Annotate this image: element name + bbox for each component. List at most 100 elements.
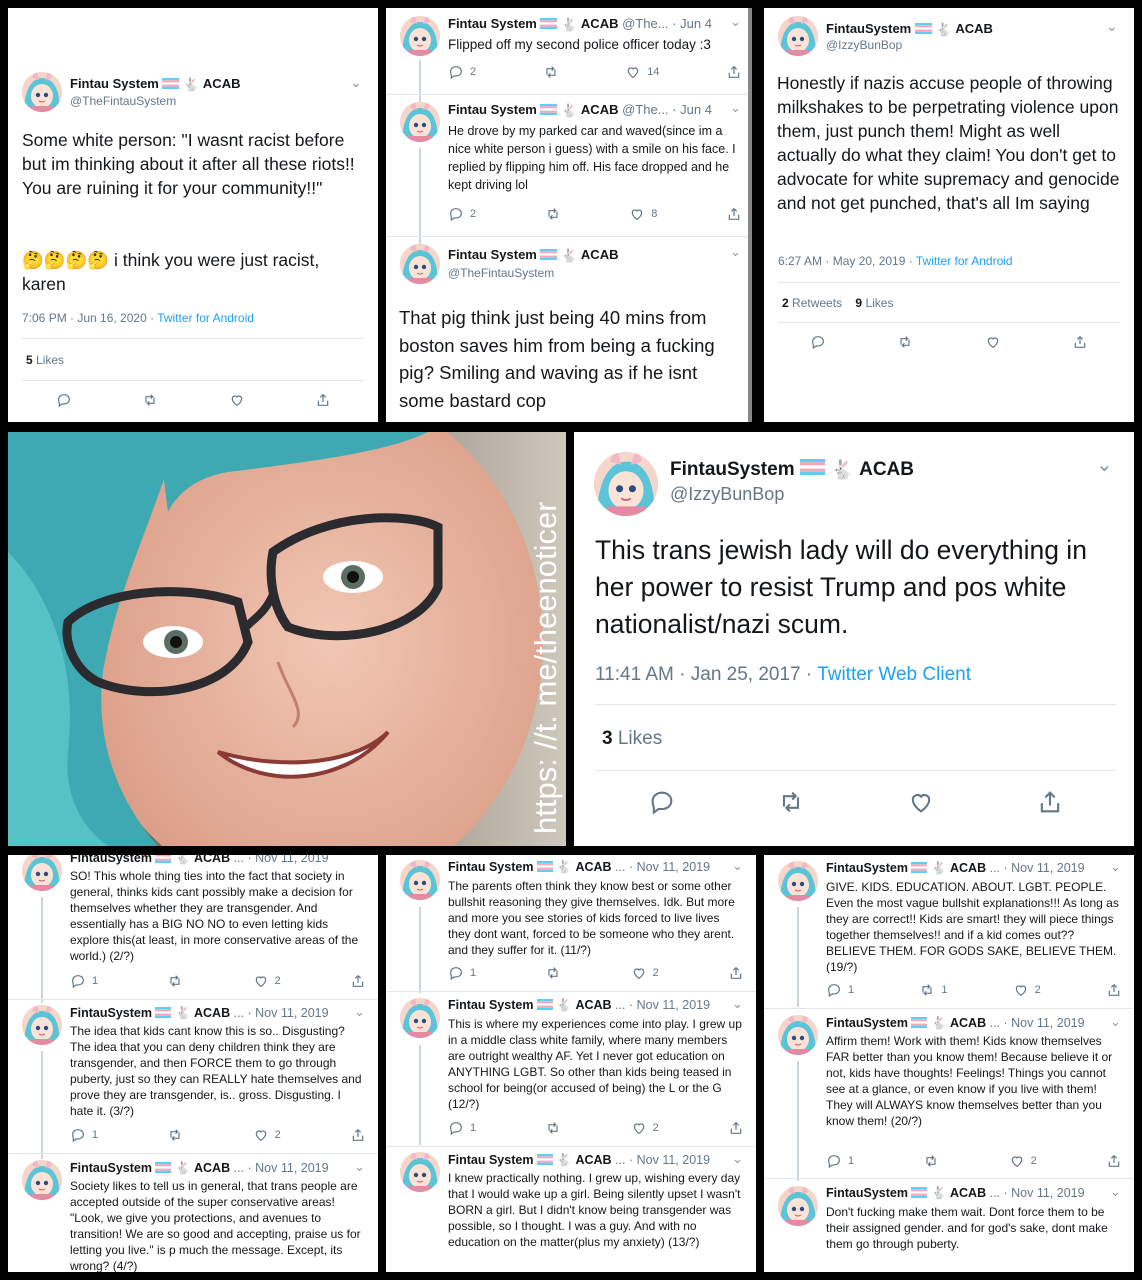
display-name[interactable]: FintauSystem xyxy=(70,855,152,865)
display-name[interactable]: Fintau System xyxy=(448,102,537,117)
display-name[interactable]: FintauSystem xyxy=(70,1006,152,1020)
reply-button[interactable]: 1 xyxy=(826,1153,854,1169)
share-button[interactable] xyxy=(728,1120,744,1136)
tweet-source[interactable]: Twitter Web Client xyxy=(817,664,971,685)
tweet-date[interactable]: Nov 11, 2019 xyxy=(637,1153,710,1167)
profile-avatar[interactable] xyxy=(400,860,440,900)
tweet-source[interactable]: Twitter for Android xyxy=(157,311,254,325)
chevron-down-icon[interactable]: ⌄ xyxy=(354,1004,365,1020)
retweet-button[interactable]: 1 xyxy=(919,982,947,998)
user-handle[interactable]: ... xyxy=(990,1016,1000,1030)
reply-button[interactable]: 2 xyxy=(448,206,476,222)
user-handle[interactable]: @The... xyxy=(622,16,668,31)
profile-avatar[interactable] xyxy=(22,1005,62,1045)
like-icon[interactable] xyxy=(229,392,245,408)
reply-icon[interactable] xyxy=(810,334,826,350)
user-handle[interactable]: @TheFintauSystem xyxy=(448,266,554,280)
tweet-source[interactable]: Twitter for Android xyxy=(916,254,1013,268)
share-button[interactable] xyxy=(350,973,366,989)
chevron-down-icon[interactable]: ⌄ xyxy=(730,100,741,116)
profile-avatar[interactable] xyxy=(778,861,818,901)
share-button[interactable] xyxy=(1106,982,1122,998)
profile-avatar[interactable] xyxy=(778,1015,818,1055)
tweet-date[interactable]: Nov 11, 2019 xyxy=(255,1161,328,1175)
display-name[interactable]: Fintau System xyxy=(448,247,537,262)
display-name[interactable]: FintauSystem xyxy=(826,861,908,875)
display-name[interactable]: Fintau System xyxy=(448,1153,533,1167)
tweet-time[interactable]: 11:41 AM · Jan 25, 2017 xyxy=(595,664,801,685)
user-handle[interactable]: ... xyxy=(615,998,625,1012)
likes-count[interactable]: 9 Likes xyxy=(855,296,893,310)
user-handle[interactable]: ... xyxy=(234,1161,244,1175)
display-name[interactable]: Fintau System xyxy=(70,76,159,91)
like-button[interactable]: 14 xyxy=(625,64,659,80)
display-name[interactable]: FintauSystem xyxy=(826,1186,908,1200)
retweet-button[interactable] xyxy=(545,1120,561,1136)
share-button[interactable] xyxy=(726,64,742,80)
chevron-down-icon[interactable]: ⌄ xyxy=(1106,18,1118,35)
reply-icon[interactable] xyxy=(56,392,72,408)
share-button[interactable] xyxy=(726,206,742,222)
like-button[interactable]: 2 xyxy=(1013,982,1041,998)
reply-button[interactable]: 1 xyxy=(826,982,854,998)
tweet-time[interactable]: 6:27 AM · May 20, 2019 xyxy=(778,254,905,268)
profile-avatar[interactable] xyxy=(22,1160,62,1200)
retweet-icon[interactable] xyxy=(142,392,158,408)
like-button[interactable]: 2 xyxy=(253,1127,281,1143)
user-handle[interactable]: @IzzyBunBop xyxy=(670,484,784,505)
chevron-down-icon[interactable]: ⌄ xyxy=(730,14,741,30)
profile-avatar[interactable] xyxy=(400,998,440,1038)
user-handle[interactable]: @The... xyxy=(622,102,668,117)
display-name[interactable]: FintauSystem xyxy=(670,459,795,480)
share-icon[interactable] xyxy=(1072,334,1088,350)
reply-button[interactable]: 1 xyxy=(448,965,476,981)
chevron-down-icon[interactable]: ⌄ xyxy=(730,244,741,260)
tweet-date[interactable]: Nov 11, 2019 xyxy=(1011,1186,1084,1200)
profile-avatar[interactable] xyxy=(22,72,62,112)
reply-button[interactable]: 1 xyxy=(70,1127,98,1143)
like-button[interactable]: 2 xyxy=(631,965,659,981)
chevron-down-icon[interactable]: ⌄ xyxy=(350,74,362,91)
chevron-down-icon[interactable]: ⌄ xyxy=(732,858,743,874)
like-button[interactable]: 8 xyxy=(629,206,657,222)
user-handle[interactable]: @IzzyBunBop xyxy=(826,38,902,52)
retweets-count[interactable]: 2 Retweets xyxy=(782,296,842,310)
reply-button[interactable]: 2 xyxy=(448,64,476,80)
profile-avatar[interactable] xyxy=(778,16,818,56)
retweet-button[interactable] xyxy=(167,1127,183,1143)
user-handle[interactable]: ... xyxy=(615,860,625,874)
chevron-down-icon[interactable]: ⌄ xyxy=(732,996,743,1012)
display-name[interactable]: FintauSystem xyxy=(826,21,911,36)
display-name[interactable]: Fintau System xyxy=(448,998,533,1012)
profile-avatar[interactable] xyxy=(778,1186,818,1226)
chevron-down-icon[interactable]: ⌄ xyxy=(1110,1014,1121,1030)
retweet-icon[interactable] xyxy=(897,334,913,350)
tweet-date[interactable]: Jun 4 xyxy=(680,16,712,31)
share-button[interactable] xyxy=(728,965,744,981)
like-icon[interactable] xyxy=(985,334,1001,350)
tweet-date[interactable]: Nov 11, 2019 xyxy=(1011,1016,1084,1030)
reply-icon[interactable] xyxy=(648,788,676,816)
retweet-button[interactable] xyxy=(545,206,561,222)
profile-avatar[interactable] xyxy=(22,855,62,891)
user-handle[interactable]: ... xyxy=(615,1153,625,1167)
likes-count[interactable]: 5 Likes xyxy=(26,353,64,367)
retweet-button[interactable] xyxy=(545,965,561,981)
retweet-icon[interactable] xyxy=(777,788,805,816)
retweet-button[interactable] xyxy=(543,64,559,80)
display-name[interactable]: FintauSystem xyxy=(70,1161,152,1175)
scrollbar[interactable] xyxy=(748,8,752,422)
tweet-date[interactable]: Nov 11, 2019 xyxy=(637,998,710,1012)
tweet-time[interactable]: 7:06 PM · Jun 16, 2020 xyxy=(22,311,147,325)
share-icon[interactable] xyxy=(1036,788,1064,816)
profile-avatar[interactable] xyxy=(400,102,440,142)
share-icon[interactable] xyxy=(315,392,331,408)
chevron-down-icon[interactable]: ⌄ xyxy=(1096,452,1113,477)
display-name[interactable]: FintauSystem xyxy=(826,1016,908,1030)
like-icon[interactable] xyxy=(907,788,935,816)
user-handle[interactable]: ... xyxy=(990,861,1000,875)
tweet-date[interactable]: Jun 4 xyxy=(680,102,712,117)
like-button[interactable]: 2 xyxy=(631,1120,659,1136)
share-button[interactable] xyxy=(1106,1153,1122,1169)
chevron-down-icon[interactable]: ⌄ xyxy=(354,1159,365,1175)
